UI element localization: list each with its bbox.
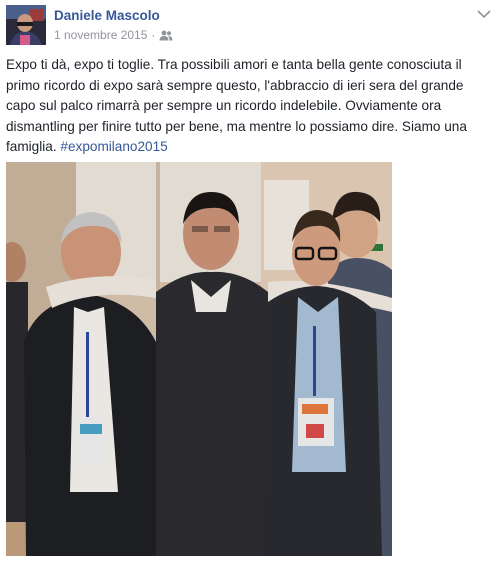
author-name[interactable]: Daniele Mascolo	[54, 8, 160, 23]
post-options-chevron-down-icon[interactable]	[474, 6, 494, 22]
post-meta: 1 novembre 2015 ·	[54, 28, 173, 42]
friends-icon[interactable]	[159, 30, 173, 41]
post-text: Expo ti dà, expo ti toglie. Tra possibil…	[6, 55, 493, 158]
meta-separator: ·	[151, 28, 156, 42]
hashtag-link[interactable]: #expomilano2015	[60, 139, 167, 154]
author-avatar[interactable]	[6, 5, 46, 45]
group-photo	[6, 162, 392, 556]
post-photo[interactable]	[6, 162, 392, 556]
post-date[interactable]: 1 novembre 2015	[54, 28, 147, 42]
facebook-post: Daniele Mascolo 1 novembre 2015 · Expo t…	[0, 0, 499, 566]
